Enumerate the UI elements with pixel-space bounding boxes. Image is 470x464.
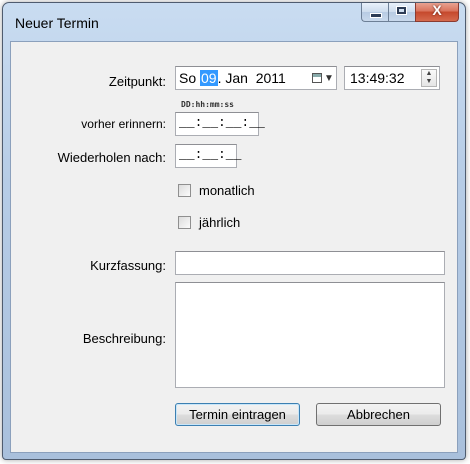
- window-title: Neuer Termin: [15, 15, 99, 31]
- kurzfassung-input[interactable]: [175, 251, 445, 275]
- abbrechen-button[interactable]: Abbrechen: [316, 403, 441, 426]
- termin-eintragen-button[interactable]: Termin eintragen: [175, 403, 300, 426]
- close-button[interactable]: X: [415, 2, 459, 22]
- wiederholen-input[interactable]: __:__:__: [175, 144, 241, 168]
- jaehrlich-label[interactable]: jährlich: [199, 215, 240, 230]
- date-weekday: So: [179, 70, 197, 86]
- jaehrlich-checkbox[interactable]: [178, 216, 191, 229]
- dialog-content: Zeitpunkt: So 09. Jan 2011 ▼ 13:49:32 ▲ …: [10, 41, 458, 453]
- minimize-icon: [370, 13, 382, 18]
- vorher-erinnern-input[interactable]: __:__:__:__: [175, 112, 265, 136]
- time-spinner[interactable]: ▲ ▼: [421, 69, 437, 87]
- maximize-icon: [396, 6, 407, 15]
- dialog-window: Neuer Termin X Zeitpunkt: So 09. Jan 201…: [2, 2, 466, 460]
- chevron-down-icon: ▼: [324, 72, 334, 84]
- monatlich-label[interactable]: monatlich: [199, 183, 255, 198]
- format-hint: DD:hh:mm:ss: [181, 100, 234, 109]
- title-bar[interactable]: Neuer Termin X: [3, 2, 465, 41]
- beschreibung-textarea[interactable]: [175, 282, 445, 388]
- date-rest: . Jan 2011: [217, 70, 286, 86]
- wiederholen-label: Wiederholen nach:: [57, 150, 166, 165]
- vorher-label: vorher erinnern:: [81, 117, 166, 131]
- calendar-dropdown-button[interactable]: ▼: [312, 70, 334, 86]
- close-icon: X: [432, 2, 442, 18]
- spin-up-icon[interactable]: ▲: [426, 70, 433, 77]
- time-picker[interactable]: 13:49:32 ▲ ▼: [344, 66, 440, 90]
- beschreibung-label: Beschreibung:: [82, 331, 166, 346]
- date-picker[interactable]: So 09. Jan 2011 ▼: [175, 66, 337, 90]
- spin-down-icon[interactable]: ▼: [426, 78, 433, 85]
- monatlich-checkbox[interactable]: [178, 184, 191, 197]
- date-day-selected[interactable]: 09: [200, 70, 218, 86]
- zeitpunkt-label: Zeitpunkt:: [108, 74, 166, 89]
- maximize-button[interactable]: [388, 3, 415, 22]
- kurzfassung-label: Kurzfassung:: [90, 258, 166, 273]
- time-value: 13:49:32: [350, 70, 405, 86]
- minimize-button[interactable]: [361, 3, 388, 22]
- caption-buttons: X: [361, 2, 459, 22]
- calendar-icon: [312, 73, 322, 83]
